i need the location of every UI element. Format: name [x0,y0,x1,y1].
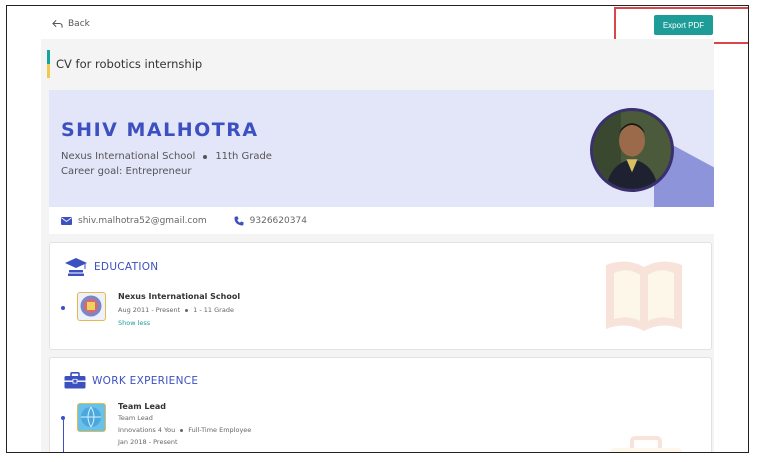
contact-bar: shiv.malhotra52@gmail.com 9326620374 [49,207,714,234]
school-logo [77,292,106,321]
work-header: WORK EXPERIENCE [64,372,198,389]
timeline-dot [61,306,65,310]
school-grade-range: 1 - 11 Grade [193,306,234,314]
contact-email: shiv.malhotra52@gmail.com [61,216,207,226]
work-org-line: Innovations 4 You Full-Time Employee [118,426,251,434]
avatar-photo [593,111,671,189]
back-arrow-icon [52,19,63,28]
education-header: EDUCATION [64,257,158,277]
briefcase-icon [64,372,86,389]
work-role-sub: Team Lead [118,414,153,422]
education-title: EDUCATION [94,261,159,273]
phone-text: 9326620374 [249,215,307,226]
profile-school: Nexus International School [61,151,196,162]
export-pdf-button[interactable]: Export PDF [654,15,713,35]
contact-phone: 9326620374 [234,216,307,226]
work-type: Full-Time Employee [188,426,252,434]
cv-title-bar: CV for robotics internship [47,50,202,78]
education-section: EDUCATION Nexus International School Aug… [49,242,712,350]
cv-title: CV for robotics internship [56,57,203,71]
briefcase-watermark-icon [610,436,682,452]
work-title: WORK EXPERIENCE [92,374,199,387]
school-details: Aug 2011 - Present 1 - 11 Grade [118,306,234,314]
work-period: Jan 2018 - Present [118,438,178,446]
separator-dot [180,428,184,432]
app-frame: Back Export PDF CV for robotics internsh… [6,5,749,453]
timeline-line [62,420,64,452]
profile-name: SHIV MALHOTRA [61,119,259,141]
school-name: Nexus International School [118,292,241,301]
school-crest-icon [80,295,102,317]
work-org: Innovations 4 You [118,426,176,434]
work-role: Team Lead [118,402,166,411]
separator-dot [203,154,208,159]
separator-dot [185,308,189,312]
school-period: Aug 2011 - Present [118,306,181,314]
graduation-cap-icon [65,258,87,276]
show-less-link[interactable]: Show less [118,319,150,327]
book-watermark-icon [606,261,682,331]
title-accent-bar [47,50,50,78]
profile-career-goal: Career goal: Entrepreneur [61,166,192,177]
avatar [590,108,674,192]
profile-grade: 11th Grade [215,151,272,162]
email-text: shiv.malhotra52@gmail.com [78,215,207,226]
back-link[interactable]: Back [52,19,90,29]
mail-icon [61,216,72,225]
phone-icon [234,216,244,225]
back-label: Back [68,19,90,29]
cv-panel: CV for robotics internship SHIV MALHOTRA… [41,39,714,452]
company-globe-icon [81,406,101,428]
profile-header: SHIV MALHOTRA Nexus International School… [49,90,714,207]
work-experience-section: WORK EXPERIENCE Team Lead Team Lead Inno… [49,357,712,452]
profile-school-line: Nexus International School 11th Grade [61,151,272,162]
company-logo [77,403,106,432]
